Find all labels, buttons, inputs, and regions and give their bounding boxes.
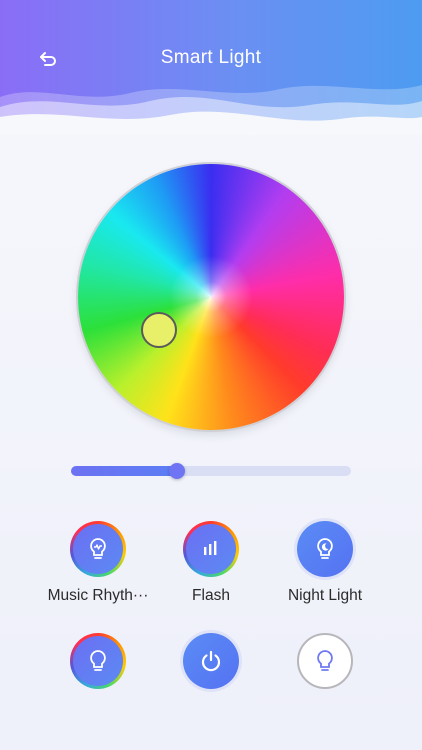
color-wheel-gradient[interactable] — [78, 164, 344, 430]
mode-label: Night Light — [287, 587, 363, 604]
moon-bulb-icon — [317, 538, 333, 559]
flash-button[interactable] — [183, 521, 239, 577]
white-bulb-button[interactable] — [297, 633, 353, 689]
power-icon — [201, 650, 221, 672]
header: Smart Light — [0, 0, 422, 135]
music-bulb-icon — [90, 538, 106, 559]
bulb-icon — [317, 650, 333, 671]
night-light-button[interactable] — [297, 521, 353, 577]
music-rhythm-button[interactable] — [70, 521, 126, 577]
power-button[interactable] — [183, 633, 239, 689]
page-title: Smart Light — [160, 47, 262, 68]
brightness-slider[interactable] — [71, 463, 351, 479]
color-picker-handle[interactable] — [141, 312, 177, 348]
bulb-icon — [90, 650, 106, 671]
control-white-bulb[interactable] — [255, 633, 395, 689]
flash-bars-icon — [204, 541, 217, 555]
brightness-slider-thumb[interactable] — [169, 463, 186, 479]
wave-decoration — [0, 85, 422, 135]
color-wheel[interactable] — [78, 164, 344, 430]
mode-night-light[interactable]: Night Light — [255, 521, 395, 605]
brightness-slider-fill — [71, 466, 178, 476]
color-bulb-button[interactable] — [70, 633, 126, 689]
